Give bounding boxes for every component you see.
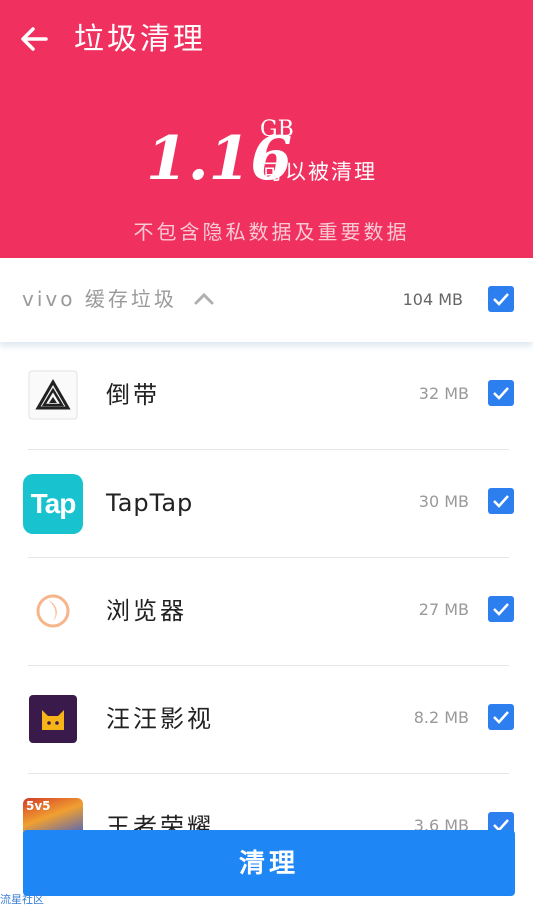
wangwang-app-icon xyxy=(29,695,77,743)
app-size: 8.2 MB xyxy=(413,708,469,727)
daodai-app-icon xyxy=(28,370,78,420)
section-checkbox[interactable] xyxy=(488,286,514,312)
app-name: TapTap xyxy=(106,489,194,517)
privacy-note: 不包含隐私数据及重要数据 xyxy=(133,220,410,244)
cleanable-label: 可以被清理 xyxy=(262,160,377,184)
check-icon xyxy=(493,387,509,400)
list-item[interactable]: Tap TapTap 30 MB xyxy=(0,450,533,558)
app-checkbox[interactable] xyxy=(488,704,514,730)
app-size: 30 MB xyxy=(418,492,469,511)
section-size: 104 MB xyxy=(402,290,463,309)
junk-unit: GB xyxy=(260,117,294,142)
app-checkbox[interactable] xyxy=(488,488,514,514)
vivo-cache-section[interactable]: vivo 缓存垃圾 104 MB xyxy=(0,258,533,342)
app-checkbox[interactable] xyxy=(488,596,514,622)
check-icon xyxy=(493,603,509,616)
header: 垃圾清理 1.16 GB 可以被清理 不包含隐私数据及重要数据 xyxy=(0,0,533,258)
clean-button[interactable]: 清理 xyxy=(23,830,515,896)
check-icon xyxy=(493,293,509,306)
app-size: 32 MB xyxy=(418,384,469,403)
check-icon xyxy=(493,711,509,724)
list-item[interactable]: 倒带 32 MB xyxy=(0,342,533,450)
list-item[interactable]: 汪汪影视 8.2 MB xyxy=(0,666,533,774)
browser-app-icon xyxy=(36,594,70,628)
section-label: vivo 缓存垃圾 xyxy=(22,287,177,311)
app-name: 浏览器 xyxy=(106,597,187,625)
app-size: 27 MB xyxy=(418,600,469,619)
chevron-up-icon[interactable] xyxy=(193,290,215,306)
app-name: 汪汪影视 xyxy=(106,705,214,733)
app-checkbox[interactable] xyxy=(488,380,514,406)
back-arrow-icon[interactable] xyxy=(16,20,56,60)
list-item[interactable]: 浏览器 27 MB xyxy=(0,558,533,666)
watermark: 流星社区 xyxy=(0,893,44,906)
check-icon xyxy=(493,495,509,508)
taptap-app-icon: Tap xyxy=(23,474,83,534)
page-title: 垃圾清理 xyxy=(74,22,206,57)
app-name: 倒带 xyxy=(106,381,160,409)
